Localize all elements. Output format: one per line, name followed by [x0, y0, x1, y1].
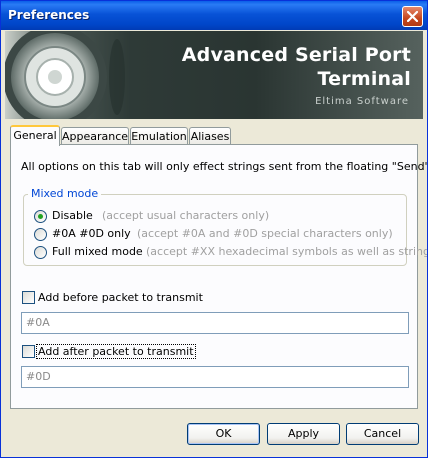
- before-packet-label[interactable]: Add before packet to transmit: [38, 291, 203, 304]
- after-packet-label[interactable]: Add after packet to transmit: [36, 344, 196, 359]
- title-bar[interactable]: Preferences: [1, 1, 427, 30]
- apply-button[interactable]: Apply: [267, 423, 340, 445]
- before-packet-input[interactable]: #0A: [21, 312, 409, 334]
- product-banner: Advanced Serial Port Terminal Eltima Sof…: [5, 31, 423, 119]
- radio-full-mixed-mode-hint: (accept #XX hexadecimal symbols as well …: [146, 245, 428, 258]
- cancel-button[interactable]: Cancel: [346, 423, 419, 445]
- after-packet-checkbox[interactable]: [22, 345, 35, 358]
- mixed-mode-group: Mixed mode Disable (accept usual charact…: [23, 187, 427, 266]
- after-packet-input[interactable]: #0D: [21, 366, 409, 388]
- mixed-mode-title: Mixed mode: [28, 187, 102, 200]
- radio-disable-button[interactable]: [34, 210, 47, 223]
- tab-general[interactable]: General: [10, 125, 60, 146]
- general-tab-panel: All options on this tab will only effect…: [10, 144, 427, 409]
- info-text: All options on this tab will only effect…: [21, 160, 428, 173]
- radio-0a-0d-only-hint: (accept #0A and #0D special characters o…: [137, 227, 393, 240]
- tab-aliases[interactable]: Aliases: [189, 127, 231, 144]
- radio-full-mixed-mode-label[interactable]: Full mixed mode: [52, 245, 143, 258]
- banner-title-line2: Terminal: [317, 68, 411, 90]
- radio-full-mixed-mode-button[interactable]: [34, 246, 47, 259]
- window-title: Preferences: [8, 8, 90, 22]
- tab-emulation[interactable]: Emulation: [130, 127, 188, 144]
- radio-disable-hint: (accept usual characters only): [102, 209, 270, 222]
- radio-disable-label[interactable]: Disable: [52, 209, 93, 222]
- radio-0a-0d-only-label[interactable]: #0A #0D only: [52, 227, 131, 240]
- tab-appearance[interactable]: Appearance: [61, 127, 129, 144]
- radio-0a-0d-only-button[interactable]: [34, 228, 47, 241]
- speaker-logo-icon: [5, 31, 125, 119]
- banner-title: Advanced Serial Port Terminal: [151, 43, 411, 91]
- preferences-dialog: Preferences Advanced Serial Port Termina…: [0, 0, 428, 458]
- close-button[interactable]: [402, 6, 423, 27]
- before-packet-checkbox[interactable]: [22, 291, 35, 304]
- ok-button[interactable]: OK: [187, 423, 260, 445]
- vendor-label: Eltima Software: [315, 96, 409, 107]
- banner-title-line1: Advanced Serial Port: [181, 44, 411, 66]
- close-icon: [407, 11, 418, 22]
